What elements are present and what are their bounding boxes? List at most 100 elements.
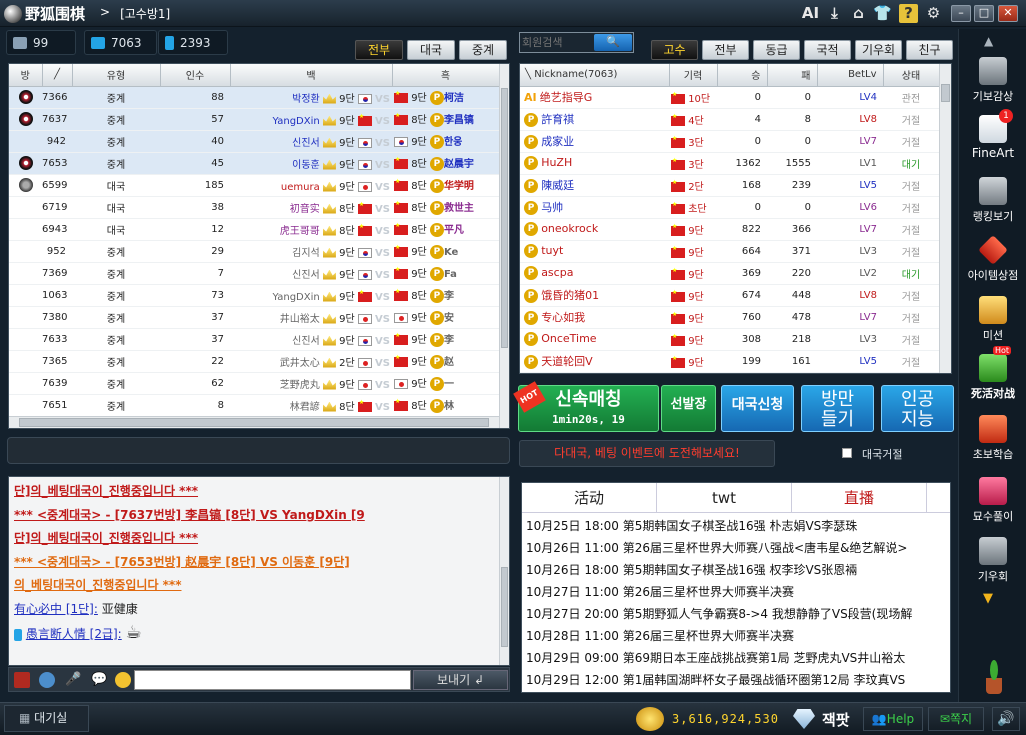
chat-scroll-thumb[interactable]: [501, 567, 508, 647]
col-type[interactable]: 유형: [72, 64, 161, 87]
emoji-icon[interactable]: [115, 672, 131, 688]
player-scroll-thumb[interactable]: [941, 84, 950, 102]
col-count[interactable]: 인수: [160, 64, 231, 87]
sidebar-item-club[interactable]: 기우회: [966, 537, 1020, 584]
player-row[interactable]: P 陳威廷 2단 168239LV5거절: [520, 174, 939, 197]
tab-twt[interactable]: twt: [657, 483, 792, 512]
col-wins[interactable]: 승: [717, 64, 768, 87]
col-sort[interactable]: ╱: [42, 64, 73, 87]
sidebar-up-arrow[interactable]: ▲: [984, 34, 993, 48]
bubble-icon[interactable]: 💬: [91, 672, 107, 688]
download-icon[interactable]: ⤓: [825, 4, 844, 23]
jackpot-label[interactable]: 잭팟: [822, 709, 850, 730]
sidebar-item-life-death[interactable]: Hot 死活对战: [966, 346, 1020, 401]
col-betlv[interactable]: BetLv: [817, 64, 884, 87]
table-row[interactable]: 6599대국185 uemura 9단 VS 8단 P华学明: [9, 174, 499, 197]
gear-icon[interactable]: ⚙: [924, 4, 943, 23]
news-item[interactable]: 10月27日 11:00 第26届三星杯世界大师赛半决赛: [522, 581, 950, 603]
tab-same-level[interactable]: 동급: [753, 40, 800, 60]
news-item[interactable]: 10月26日 18:00 第5期韩国女子棋圣战16强 权李珍VS张恩裲: [522, 559, 950, 581]
send-button[interactable]: 보내기 ↲: [413, 670, 508, 690]
first-move-button[interactable]: 선발장: [661, 385, 716, 432]
ai-play-button[interactable]: 인공 지능: [881, 385, 954, 432]
news-item[interactable]: 10月26日 11:00 第26届三星杯世界大师赛八强战<唐韦星&绝艺解说>: [522, 537, 950, 559]
table-row[interactable]: 7365중계22 武井太心 2단 VS 9단 P赵: [9, 350, 499, 373]
create-room-button[interactable]: 방만 들기: [801, 385, 874, 432]
col-losses[interactable]: 패: [767, 64, 818, 87]
help-button[interactable]: 👥Help: [863, 707, 923, 731]
col-room[interactable]: 방: [9, 64, 43, 87]
player-row[interactable]: P 成家业 3단00LV7거절: [520, 130, 939, 153]
table-row[interactable]: 6943대국12 虎王哥哥 8단 VS 8단 P平凡: [9, 218, 499, 241]
sidebar-item-beginner[interactable]: 초보학습: [966, 415, 1020, 462]
table-row[interactable]: 7369중계7 신진서 9단 VS 9단 PFa: [9, 262, 499, 285]
minimize-button[interactable]: –: [951, 5, 971, 22]
apply-game-button[interactable]: 대국신청: [721, 385, 794, 432]
col-status[interactable]: 상태: [883, 64, 940, 87]
news-item[interactable]: 10月29日 09:00 第69期日本王座战挑战赛第1局 芝野虎丸VS井山裕太: [522, 647, 950, 669]
news-item[interactable]: 10月27日 20:00 第5期野狐人气争霸赛8->4 我想静静了VS段营(现场…: [522, 603, 950, 625]
lobby-button[interactable]: ▦ 대기실: [4, 705, 89, 732]
volume-icon[interactable]: 🔊: [992, 707, 1020, 731]
player-row[interactable]: P tuyt 9단 664371LV3거절: [520, 240, 939, 263]
chat-user[interactable]: 愚言断人情 [2급]:: [26, 627, 122, 641]
table-row[interactable]: 6719대국38 初音实 8단 VS 8단 P救世主: [9, 196, 499, 219]
col-black[interactable]: 흑: [392, 64, 500, 87]
help-icon[interactable]: ?: [899, 4, 918, 23]
player-row[interactable]: P 饿昏的猪01 9단 674448LV8거절: [520, 284, 939, 307]
mic-icon[interactable]: 🎤: [65, 672, 81, 688]
mail-button[interactable]: ✉쪽지: [928, 707, 984, 731]
col-rank[interactable]: 기력: [669, 64, 718, 87]
tab-events[interactable]: 活动: [522, 483, 657, 512]
col-nickname[interactable]: ╲ Nickname(7063): [520, 64, 670, 87]
news-item[interactable]: 10月28日 11:00 第26届三星杯世界大师赛半决赛: [522, 625, 950, 647]
event-banner[interactable]: 다대국, 베팅 이벤트에 도전해보세요!: [519, 440, 775, 467]
table-row[interactable]: 7633중계37 신진서 9단 VS 9단 P李: [9, 328, 499, 351]
sidebar-item-ranking[interactable]: 랭킹보기: [966, 177, 1020, 224]
sidebar-down-arrow[interactable]: ▼: [983, 591, 993, 606]
tab-all-players[interactable]: 전부: [702, 40, 749, 60]
player-list-scrollbar[interactable]: [939, 64, 951, 373]
player-row[interactable]: P 天道轮回V 9단 199161LV5거절: [520, 350, 939, 373]
table-row[interactable]: 952중계29 김지석 9단 VS 9단 PKe: [9, 240, 499, 263]
scroll-thumb[interactable]: [501, 88, 508, 348]
tab-club[interactable]: 기우회: [855, 40, 902, 60]
tab-masters[interactable]: 고수: [651, 40, 698, 60]
horizontal-scrollbar[interactable]: [9, 416, 499, 428]
search-icon[interactable]: 🔍: [594, 34, 632, 51]
close-button[interactable]: ✕: [998, 5, 1018, 22]
flag-icon[interactable]: [14, 672, 30, 688]
news-item[interactable]: 10月25日 18:00 第5期韩国女子棋圣战16强 朴志娟VS李瑟珠: [522, 515, 950, 537]
fast-match-button[interactable]: HOT 신속매칭 1min20s, 19: [513, 381, 659, 432]
col-white[interactable]: 백: [230, 64, 393, 87]
chat-input[interactable]: [134, 670, 411, 690]
player-row[interactable]: P HuZH 3단 13621555LV1대기: [520, 152, 939, 175]
tab-friends[interactable]: 친구: [906, 40, 953, 60]
tab-broadcast[interactable]: 중계: [459, 40, 507, 60]
player-row[interactable]: P OnceTime 9단 308218LV3거절: [520, 328, 939, 351]
sidebar-item-game-records[interactable]: 기보감상: [966, 57, 1020, 104]
table-row[interactable]: 7651중계8 林君諺 8단 VS 8단 P林: [9, 394, 499, 417]
table-row[interactable]: 7380 중계 37 井山裕太 9단 VS 9단 P安: [9, 306, 499, 329]
maximize-button[interactable]: □: [974, 5, 994, 22]
tab-live[interactable]: 直播: [792, 483, 927, 512]
chat-scrollbar[interactable]: [499, 477, 509, 665]
player-row[interactable]: P 马帅 초단00LV6거절: [520, 196, 939, 219]
sidebar-item-shop[interactable]: 아이템상점: [966, 235, 1020, 283]
player-row[interactable]: AI 绝艺指导G 10단00LV4관전: [520, 86, 939, 109]
ai-button[interactable]: AI: [801, 4, 820, 23]
table-row[interactable]: 1063중계73 YangDXin 9단 VS 8단 P李: [9, 284, 499, 307]
sidebar-item-tsumego[interactable]: 묘수풀이: [966, 477, 1020, 524]
tab-games[interactable]: 대국: [407, 40, 455, 60]
table-row[interactable]: 942 중계 40 신진서 9단 VS 9단 P 한웅: [9, 130, 499, 153]
game-list-scrollbar[interactable]: [499, 64, 509, 428]
player-row[interactable]: P 专心如我 9단 760478LV7거절: [520, 306, 939, 329]
tab-nationality[interactable]: 국적: [804, 40, 851, 60]
table-row[interactable]: 7637중계57 YangDXin 9단 VS 8단 P李昌镐: [9, 108, 499, 131]
reject-checkbox[interactable]: [842, 448, 852, 458]
sidebar-item-mission[interactable]: 미션: [966, 296, 1020, 343]
globe-icon[interactable]: [39, 672, 55, 688]
player-row[interactable]: P oneokrock 9단 822366LV7거절: [520, 218, 939, 241]
table-row[interactable]: 7366중계88 박정환 9단 VS 9단 P柯洁: [9, 86, 499, 109]
chat-user[interactable]: 有心必中 [1단]:: [14, 602, 98, 616]
